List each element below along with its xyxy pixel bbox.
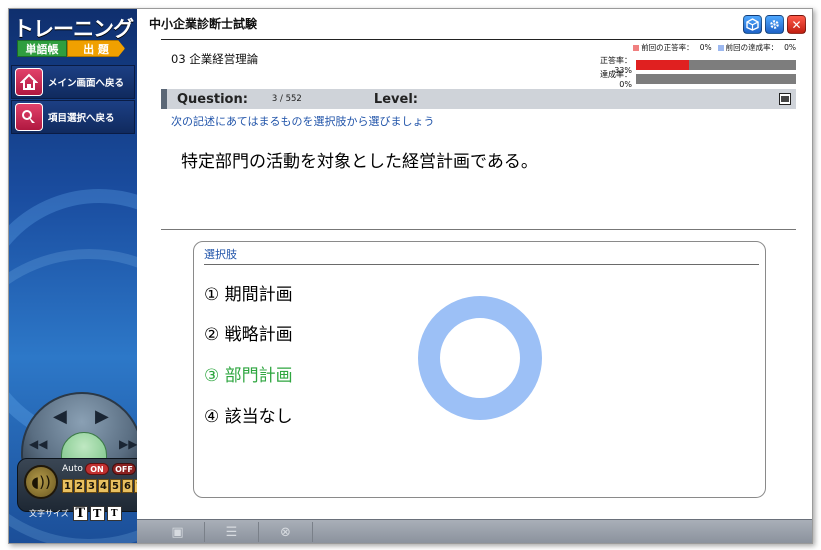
prev-achieve-swatch bbox=[717, 44, 724, 51]
stats-legend: 前回の正答率： 0% 前回の達成率： 0% bbox=[633, 42, 796, 53]
prev-achieve-value: 0% bbox=[784, 43, 796, 52]
font-size-selector: 文字サイズ T T T bbox=[29, 506, 124, 521]
main-menu-label: メイン画面へ戻る bbox=[48, 78, 125, 89]
app-window: トレーニング 単語帳 出 題 メイン画面へ戻る 項目選択へ戻る ◀ ▶ ◀◀ ▶… bbox=[8, 8, 813, 544]
subject-title: 03 企業経営理論 bbox=[171, 52, 259, 66]
speed-button-2[interactable]: 2 bbox=[74, 479, 85, 493]
item-select-button[interactable]: 項目選択へ戻る bbox=[11, 100, 135, 134]
tab-quiz[interactable]: 出 題 bbox=[67, 40, 125, 57]
speed-button-4[interactable]: 4 bbox=[98, 479, 109, 493]
speed-button-5[interactable]: 5 bbox=[110, 479, 121, 493]
font-medium-button[interactable]: T bbox=[89, 506, 105, 521]
prev-achieve-label: 前回の達成率： bbox=[725, 43, 779, 52]
image-icon[interactable]: ▣ bbox=[151, 522, 205, 542]
choice-option-1[interactable]: ① 期間計画 bbox=[204, 280, 293, 305]
main-menu-button[interactable]: メイン画面へ戻る bbox=[11, 65, 135, 99]
question-number: 3 / 552 bbox=[271, 94, 302, 104]
question-menu-icon[interactable] bbox=[779, 93, 791, 105]
auto-label: Auto bbox=[62, 464, 83, 474]
question-divider bbox=[161, 229, 796, 230]
answer-indicator-circle bbox=[418, 296, 542, 420]
next-arrow-icon[interactable]: ▶ bbox=[95, 408, 109, 426]
gear-icon[interactable] bbox=[765, 15, 784, 34]
prev-correct-label: 前回の正答率： bbox=[641, 43, 694, 52]
choice-option-2[interactable]: ② 戦略計画 bbox=[204, 320, 293, 345]
choices-divider bbox=[204, 264, 759, 265]
question-label: Question: bbox=[177, 91, 248, 107]
main-content: 中小企業診断士試験 ✕ 03 企業経営理論 前回の正答率： 0% 前回の達成率：… bbox=[137, 9, 812, 543]
speed-buttons: 1 2 3 4 5 6 7 bbox=[62, 479, 137, 493]
window-controls: ✕ bbox=[743, 15, 806, 34]
question-bar: Question: 3 / 552 Level: bbox=[161, 89, 796, 109]
choices-title: 選択肢 bbox=[204, 248, 237, 261]
footer-toolbar: ▣ ☰ ⊗ bbox=[137, 519, 812, 543]
choice-option-3[interactable]: ③ 部門計画 bbox=[204, 361, 293, 386]
prev-correct-swatch bbox=[633, 44, 640, 51]
item-select-label: 項目選択へ戻る bbox=[48, 113, 115, 124]
tab-wordbook[interactable]: 単語帳 bbox=[17, 40, 67, 57]
exam-title: 中小企業診断士試験 bbox=[149, 17, 258, 31]
prev-arrow-icon[interactable]: ◀ bbox=[53, 408, 67, 426]
choices-box: 選択肢 ① 期間計画 ② 戦略計画 ③ 部門計画 ④ 該当なし bbox=[193, 241, 766, 498]
prev-correct-value: 0% bbox=[699, 43, 712, 52]
close-icon[interactable]: ✕ bbox=[787, 15, 806, 34]
font-small-button[interactable]: T bbox=[106, 506, 122, 521]
cancel-icon[interactable]: ⊗ bbox=[259, 522, 313, 542]
instruction-text: 次の記述にあてはまるものを選択肢から選びましょう bbox=[171, 115, 435, 128]
auto-off-button[interactable]: OFF bbox=[112, 463, 136, 475]
home-icon bbox=[15, 68, 43, 96]
question-text: 特定部門の活動を対象とした経営計画である。 bbox=[181, 152, 538, 172]
font-size-label: 文字サイズ bbox=[29, 509, 69, 518]
navigation-dial: ◀ ▶ ◀◀ ▶▶ bbox=[21, 392, 137, 468]
choice-option-4[interactable]: ④ 該当なし bbox=[204, 402, 293, 427]
cube-icon[interactable] bbox=[743, 15, 762, 34]
font-large-button[interactable]: T bbox=[72, 506, 88, 521]
speaker-icon[interactable]: ◖)) bbox=[24, 465, 58, 499]
achieve-rate-row: 達成率： 0% bbox=[590, 69, 796, 89]
question-bar-edge bbox=[161, 89, 167, 109]
rewind-icon[interactable]: ◀◀ bbox=[29, 438, 47, 450]
achieve-rate-label: 達成率： 0% bbox=[600, 70, 632, 89]
sidebar: トレーニング 単語帳 出 題 メイン画面へ戻る 項目選択へ戻る ◀ ▶ ◀◀ ▶… bbox=[9, 9, 137, 543]
speed-button-1[interactable]: 1 bbox=[62, 479, 73, 493]
fast-forward-icon[interactable]: ▶▶ bbox=[119, 438, 137, 450]
playback-panel: ◖)) Auto ON OFF 1 2 3 4 5 6 7 bbox=[17, 458, 137, 512]
app-logo: トレーニング bbox=[13, 17, 134, 41]
audio-controls: ◀ ▶ ◀◀ ▶▶ ◖)) Auto ON OFF 1 2 3 4 5 6 7 bbox=[17, 392, 137, 512]
achieve-rate-bar bbox=[636, 74, 796, 84]
header-divider bbox=[161, 39, 796, 40]
cursor-icon bbox=[15, 103, 43, 131]
list-icon[interactable]: ☰ bbox=[205, 522, 259, 542]
level-label: Level: bbox=[373, 91, 418, 107]
speed-button-6[interactable]: 6 bbox=[122, 479, 133, 493]
speed-button-3[interactable]: 3 bbox=[86, 479, 97, 493]
mode-tabs: 単語帳 出 題 bbox=[17, 40, 125, 57]
auto-on-button[interactable]: ON bbox=[85, 463, 109, 475]
